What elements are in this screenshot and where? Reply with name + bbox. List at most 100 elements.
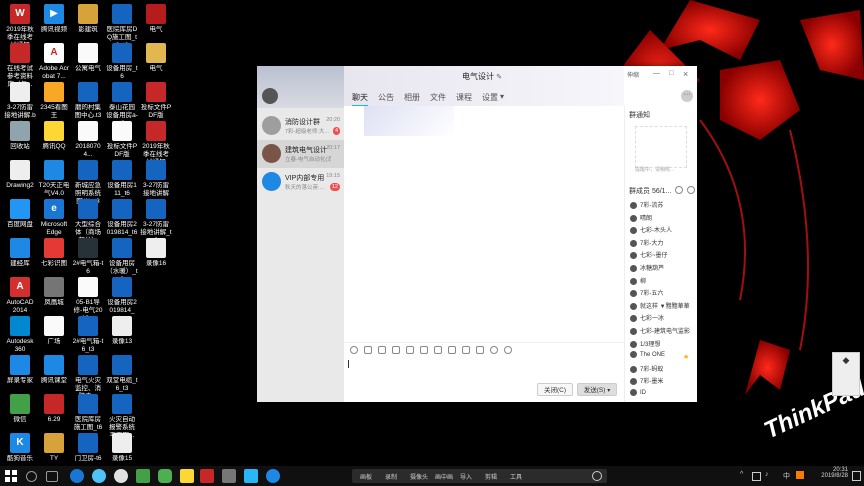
- member-item[interactable]: 七彩-木头人: [630, 225, 696, 237]
- desktop-icon[interactable]: 影建筑: [72, 4, 104, 34]
- desktop-icon[interactable]: 百度网盘: [4, 199, 36, 229]
- session-item[interactable]: 建筑电气设计20:17 立春-电气自动化(消...: [257, 140, 344, 168]
- desktop-icon[interactable]: 投标文件PDF版: [106, 121, 138, 159]
- desktop-icon[interactable]: Drawing2: [4, 160, 36, 190]
- network-icon[interactable]: [752, 472, 761, 481]
- desktop-icon[interactable]: 广场: [38, 316, 70, 346]
- start-menu-icon[interactable]: [4, 469, 18, 483]
- desktop-icon[interactable]: 七彩识图: [38, 238, 70, 268]
- member-item[interactable]: 7彩-蚂蚁: [630, 364, 696, 376]
- desktop-icon[interactable]: 2#电气箱-t6: [72, 238, 104, 276]
- desktop-icon[interactable]: 电气: [140, 43, 172, 73]
- desktop-icon[interactable]: 6.29: [38, 394, 70, 424]
- volume-icon[interactable]: ♪: [765, 471, 769, 478]
- recorder-tool-5[interactable]: 剪辑: [485, 472, 497, 481]
- close-chat-button[interactable]: 关闭(C): [537, 383, 573, 396]
- desktop-icon[interactable]: 录像13: [106, 316, 138, 346]
- desktop-icon[interactable]: A Adobe Acrobat 7...: [38, 43, 70, 81]
- ime-indicator[interactable]: 中: [783, 471, 790, 481]
- wechat-taskbar-icon[interactable]: [158, 469, 172, 483]
- desktop-icon[interactable]: T20天正电气V4.0: [38, 160, 70, 198]
- qq-group-chat-window[interactable]: 消防设计群 20:20 7彩-超级老师:大... 4 建筑电气设计 20:17 立春-电气自…: [257, 66, 697, 402]
- clock[interactable]: 20:31 2019/8/28: [810, 467, 848, 479]
- member-item[interactable]: 7彩-流苏: [630, 200, 696, 212]
- kugou-taskbar-icon[interactable]: [266, 469, 280, 483]
- desktop-icon[interactable]: 微信: [4, 394, 36, 424]
- maximize-icon[interactable]: □: [669, 70, 673, 77]
- desktop-icon[interactable]: 录像15: [106, 433, 138, 463]
- gift-icon[interactable]: [462, 346, 470, 354]
- member-item[interactable]: 晴朗: [630, 213, 696, 225]
- send-button[interactable]: 发送(S) ▾: [577, 383, 617, 396]
- recorder-tool-6[interactable]: 工具: [510, 472, 522, 481]
- recorder-tool-0[interactable]: 画板: [360, 472, 372, 481]
- member-item[interactable]: 冰糖葫芦: [630, 263, 696, 275]
- tab-4[interactable]: 课程: [456, 92, 472, 103]
- chevron-down-icon[interactable]: ▾: [607, 388, 610, 394]
- tab-3[interactable]: 文件: [430, 92, 446, 103]
- gif-icon[interactable]: [364, 346, 372, 354]
- tencent-class-taskbar-icon[interactable]: [244, 469, 258, 483]
- desktop-icon[interactable]: 建经库: [4, 238, 36, 268]
- member-item[interactable]: 7彩-大力: [630, 238, 696, 250]
- bell-icon[interactable]: [490, 346, 498, 354]
- desktop-icon[interactable]: ▶ 腾讯视频: [38, 4, 70, 34]
- desktop-icon[interactable]: 双堂电缆_t6_t3: [106, 355, 138, 393]
- edit-title-icon[interactable]: ✎: [496, 74, 502, 81]
- message-area[interactable]: [344, 106, 624, 342]
- desktop-icon[interactable]: 门卫房-t6: [72, 433, 104, 463]
- close-icon[interactable]: ×: [683, 69, 688, 79]
- member-item[interactable]: 7彩-五六: [630, 288, 696, 300]
- desktop-icon[interactable]: 3-27防雷接地讲解: [140, 160, 172, 198]
- task-view-icon[interactable]: [46, 471, 58, 482]
- member-item[interactable]: 七彩~墨仔: [630, 250, 696, 262]
- message-input[interactable]: [344, 356, 624, 380]
- desktop-icon[interactable]: Autodesk 360: [4, 316, 36, 354]
- desktop-icon[interactable]: 设备用房111_t6: [106, 160, 138, 198]
- power-icon[interactable]: [592, 471, 602, 481]
- user-avatar[interactable]: [262, 88, 278, 104]
- folder-taskbar-icon[interactable]: [180, 469, 194, 483]
- recorder-tool-1[interactable]: 录制: [385, 472, 397, 481]
- doc-icon[interactable]: [448, 346, 456, 354]
- notification-icon[interactable]: [852, 471, 861, 481]
- member-item[interactable]: 就这样 ▼黯黯華華: [630, 301, 696, 313]
- desktop-icon[interactable]: 凤凰城: [38, 277, 70, 307]
- member-item[interactable]: 1/3理想: [630, 339, 696, 351]
- tab-1[interactable]: 公告: [378, 92, 394, 103]
- session-item[interactable]: 消防设计群 20:20 7彩-超级老师:大... 4: [257, 112, 344, 140]
- desktop-icon[interactable]: 屏录专家: [4, 355, 36, 385]
- collapse-button[interactable]: 伸缩: [627, 70, 639, 79]
- desktop-icon[interactable]: 磨的村集图中心.t3: [72, 82, 104, 120]
- desktop-icon[interactable]: 腾讯QQ: [38, 121, 70, 151]
- member-item[interactable]: 7彩-墨米: [630, 376, 696, 388]
- recorder-tool-4[interactable]: 导入: [460, 472, 472, 481]
- desktop-icon[interactable]: 公寓电气: [72, 43, 104, 73]
- desktop-icon[interactable]: 回收站: [4, 121, 36, 151]
- settings-chevron-icon[interactable]: ▾: [500, 92, 504, 101]
- member-item[interactable]: 柳: [630, 276, 696, 288]
- file-icon[interactable]: [406, 346, 414, 354]
- tab-0[interactable]: 聊天: [352, 92, 368, 107]
- video-taskbar-icon[interactable]: [136, 469, 150, 483]
- tab-5[interactable]: 设置: [482, 92, 498, 103]
- desktop-icon[interactable]: 医院库房施工图_t6: [72, 394, 104, 432]
- desktop-icon[interactable]: TY: [38, 433, 70, 463]
- member-item[interactable]: ID: [630, 389, 696, 401]
- desktop-icon[interactable]: 腾讯课堂: [38, 355, 70, 385]
- desktop-icon[interactable]: K 酷狗音乐: [4, 433, 36, 463]
- emoji-icon[interactable]: [350, 346, 358, 354]
- more-options-icon[interactable]: ···: [681, 90, 693, 102]
- edge-taskbar-icon[interactable]: [70, 469, 84, 483]
- recorder-tool-2[interactable]: 摄像头: [410, 472, 428, 481]
- desktop-icon[interactable]: A AutoCAD 2014: [4, 277, 36, 315]
- tray-app-icon[interactable]: [796, 471, 804, 479]
- desktop-icon[interactable]: 投标文件PDF版: [140, 82, 172, 120]
- calendar-icon[interactable]: [476, 346, 484, 354]
- qq-taskbar-icon[interactable]: [222, 469, 236, 483]
- desktop-icon[interactable]: 设备用房2019814_t6: [106, 199, 138, 237]
- desktop-icon[interactable]: 录像16: [140, 238, 172, 268]
- desktop-icon[interactable]: 2#电气箱-t6_t3: [72, 316, 104, 354]
- desktop-icon[interactable]: 电气: [140, 4, 172, 34]
- image-icon[interactable]: [392, 346, 400, 354]
